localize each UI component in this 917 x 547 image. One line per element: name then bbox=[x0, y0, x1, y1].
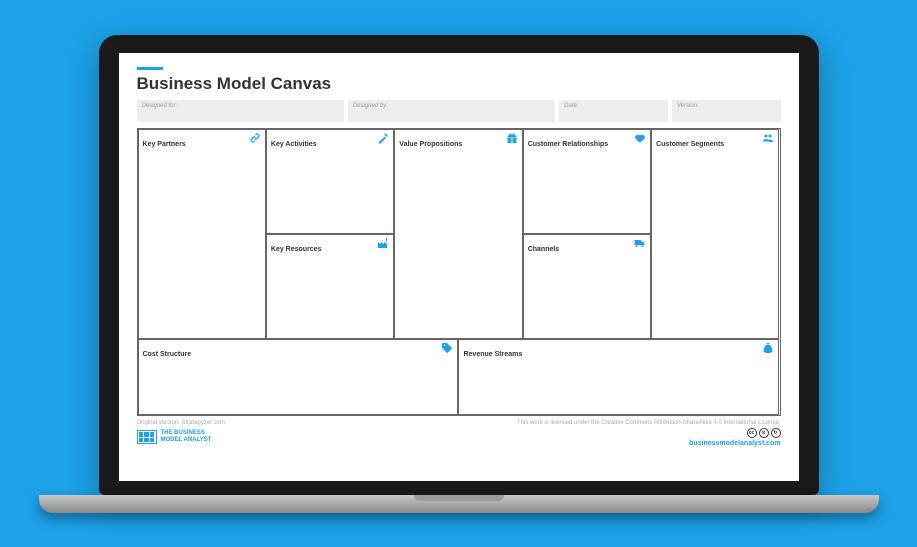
channels-cell[interactable]: Channels bbox=[523, 234, 651, 339]
footer: Original version: Strategyzer.com This w… bbox=[137, 420, 781, 426]
cost-structure-cell[interactable]: Cost Structure bbox=[138, 339, 459, 415]
by-icon: ⊙ bbox=[759, 428, 769, 438]
cell-label: Key Resources bbox=[271, 246, 322, 253]
value-propositions-cell[interactable]: Value Propositions bbox=[394, 129, 522, 339]
original-credit: Original version: Strategyzer.com bbox=[137, 420, 225, 426]
heart-icon bbox=[634, 132, 646, 144]
meta-row: Designed for: Designed by: Date: Version… bbox=[137, 100, 781, 122]
version-field[interactable]: Version: bbox=[672, 100, 781, 122]
customer-relationships-cell[interactable]: Customer Relationships bbox=[523, 129, 651, 234]
cell-label: Value Propositions bbox=[399, 141, 462, 148]
key-activities-cell[interactable]: Key Activities bbox=[266, 129, 394, 234]
wand-icon bbox=[377, 132, 389, 144]
cell-label: Channels bbox=[528, 246, 560, 253]
designed-by-field[interactable]: Designed by: bbox=[348, 100, 555, 122]
date-field[interactable]: Date: bbox=[559, 100, 668, 122]
cell-label: Cost Structure bbox=[143, 351, 192, 358]
canvas-document: Business Model Canvas Designed for: Desi… bbox=[119, 53, 799, 481]
sa-icon: ↻ bbox=[771, 428, 781, 438]
cell-label: Revenue Streams bbox=[463, 351, 522, 358]
title-accent-bar bbox=[137, 67, 163, 70]
factory-icon bbox=[377, 237, 389, 249]
brand-row: THE BUSINESS MODEL ANALYST cc ⊙ ↻ busine… bbox=[137, 428, 781, 447]
laptop-mockup: Business Model Canvas Designed for: Desi… bbox=[99, 35, 819, 513]
canvas-grid: Key Partners Key Activities Key Resource… bbox=[137, 128, 781, 416]
truck-icon bbox=[634, 237, 646, 249]
gift-icon bbox=[506, 132, 518, 144]
designed-for-field[interactable]: Designed for: bbox=[137, 100, 344, 122]
cc-icon: cc bbox=[747, 428, 757, 438]
license-text: This work is licensed under the Creative… bbox=[517, 420, 780, 426]
people-icon bbox=[762, 132, 774, 144]
cell-label: Customer Relationships bbox=[528, 141, 609, 148]
cell-label: Key Activities bbox=[271, 141, 317, 148]
key-resources-cell[interactable]: Key Resources bbox=[266, 234, 394, 339]
website-link[interactable]: businessmodelanalyst.com bbox=[689, 440, 780, 447]
brand-grid-icon bbox=[137, 430, 157, 444]
cc-license-icons: cc ⊙ ↻ bbox=[689, 428, 780, 438]
moneybag-icon bbox=[762, 342, 774, 354]
brand-text: THE BUSINESS MODEL ANALYST bbox=[161, 430, 212, 443]
customer-segments-cell[interactable]: Customer Segments bbox=[651, 129, 779, 339]
cell-label: Key Partners bbox=[143, 141, 186, 148]
revenue-streams-cell[interactable]: Revenue Streams bbox=[458, 339, 779, 415]
key-partners-cell[interactable]: Key Partners bbox=[138, 129, 266, 339]
tag-icon bbox=[441, 342, 453, 354]
laptop-notch bbox=[414, 495, 504, 501]
screen-bezel: Business Model Canvas Designed for: Desi… bbox=[99, 35, 819, 495]
laptop-base bbox=[39, 495, 879, 513]
page-title: Business Model Canvas bbox=[137, 74, 781, 94]
footer-right: This work is licensed under the Creative… bbox=[517, 420, 780, 426]
brand-logo: THE BUSINESS MODEL ANALYST bbox=[137, 430, 212, 444]
link-icon bbox=[249, 132, 261, 144]
cell-label: Customer Segments bbox=[656, 141, 724, 148]
